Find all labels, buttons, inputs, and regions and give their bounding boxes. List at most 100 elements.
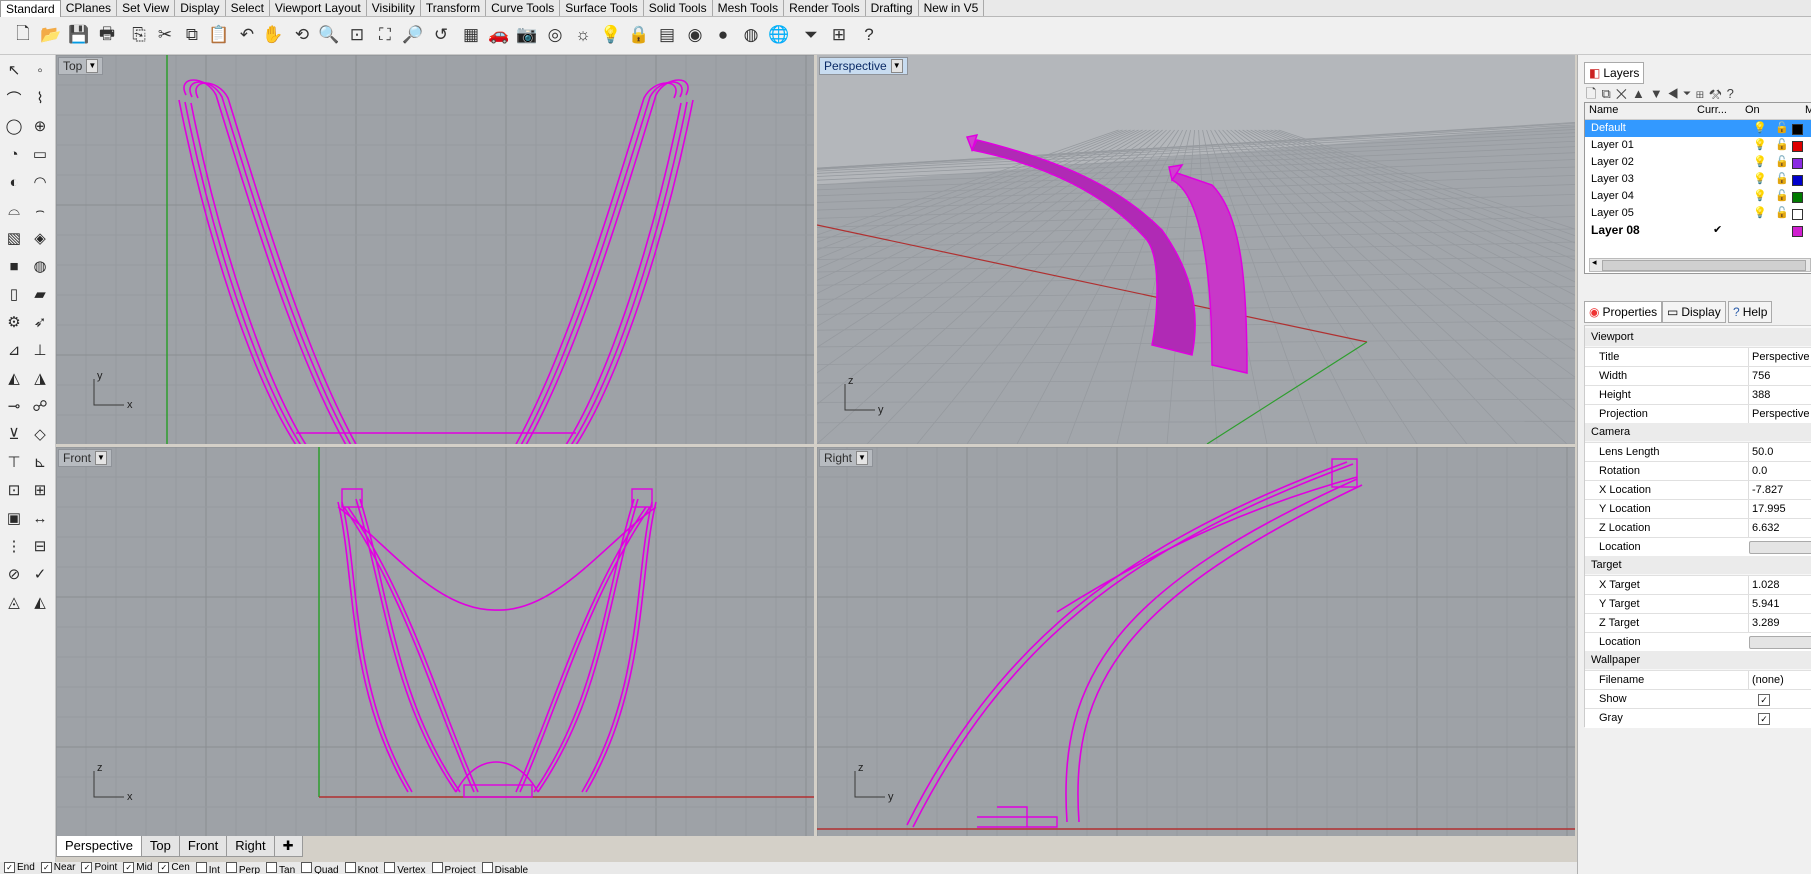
- tool-button-21[interactable]: ⊿: [2, 338, 26, 362]
- camera-icon[interactable]: 📷: [516, 24, 538, 46]
- col-on[interactable]: On: [1745, 104, 1760, 116]
- layer-color-swatch[interactable]: [1792, 141, 1803, 152]
- viewport-perspective[interactable]: zy Perspective ▼: [817, 55, 1575, 444]
- property-value[interactable]: -7.827: [1748, 481, 1811, 500]
- osnap-cen[interactable]: ✓ Cen: [158, 862, 190, 874]
- pan-hand-icon[interactable]: ✋: [262, 24, 284, 46]
- tools-icon[interactable]: ⚒: [1709, 86, 1727, 101]
- sphere-shaded-icon[interactable]: ●: [712, 24, 734, 46]
- undo-icon[interactable]: ↶: [236, 24, 258, 46]
- tool-button-33[interactable]: ▣: [2, 506, 26, 530]
- light-bulb-icon[interactable]: 💡: [1753, 120, 1767, 137]
- osnap-knot[interactable]: Knot: [344, 862, 378, 874]
- tool-button-13[interactable]: ▧: [2, 226, 26, 250]
- lock-icon[interactable]: 🔒: [628, 24, 650, 46]
- light-bulb-icon[interactable]: 💡: [1753, 137, 1767, 154]
- osnap-checkbox[interactable]: [195, 862, 207, 873]
- osnap-checkbox[interactable]: ✓: [123, 862, 135, 873]
- tool-button-20[interactable]: ➶: [28, 310, 52, 334]
- current-layer-check-icon[interactable]: ✔: [1713, 222, 1722, 239]
- property-value[interactable]: 5.941: [1748, 595, 1811, 614]
- tool-button-35[interactable]: ⋮: [2, 534, 26, 558]
- osnap-checkbox[interactable]: ✓: [4, 862, 15, 873]
- viewport-top-label[interactable]: Top ▼: [58, 57, 104, 75]
- import-layers-icon[interactable]: ⊞: [1696, 86, 1709, 101]
- osnap-tan[interactable]: Tan: [266, 862, 295, 874]
- tool-button-7[interactable]: ◔: [2, 142, 26, 166]
- viewport-perspective-canvas[interactable]: zy: [817, 55, 1575, 444]
- globe-icon[interactable]: 🌐: [768, 24, 790, 46]
- new-file-icon[interactable]: 🗋: [12, 24, 34, 46]
- show-checkbox[interactable]: ✓: [1758, 694, 1770, 706]
- toolbar-tab-new-in-v5[interactable]: New in V5: [919, 0, 985, 16]
- light-bulb-icon[interactable]: 💡: [600, 24, 622, 46]
- new-layer-icon[interactable]: 🗋: [1586, 86, 1601, 101]
- sphere-rendered-icon[interactable]: ◍: [740, 24, 762, 46]
- toolbar-tab-cplanes[interactable]: CPlanes: [61, 0, 118, 16]
- lock-icon[interactable]: 🔓: [1775, 137, 1789, 154]
- osnap-int[interactable]: Int: [195, 862, 220, 874]
- copy-icon[interactable]: ⧉: [181, 24, 203, 46]
- viewport-front[interactable]: zx Front ▼: [56, 447, 814, 836]
- tool-button-38[interactable]: ✓: [28, 562, 52, 586]
- property-value[interactable]: 1.028: [1748, 576, 1811, 595]
- paste-icon[interactable]: 📋: [208, 24, 230, 46]
- save-icon[interactable]: 💾: [68, 24, 90, 46]
- zoom-window-icon[interactable]: ⊡: [346, 24, 368, 46]
- property-value[interactable]: 388: [1748, 386, 1811, 405]
- layer-color-swatch[interactable]: [1792, 192, 1803, 203]
- import-icon[interactable]: ⎘: [128, 24, 150, 46]
- delete-layer-icon[interactable]: ✕: [1616, 86, 1632, 101]
- tool-button-5[interactable]: ◯: [2, 114, 26, 138]
- toolbar-tab-solid-tools[interactable]: Solid Tools: [644, 0, 713, 16]
- layer-row[interactable]: Layer 03 💡 🔓: [1585, 171, 1811, 188]
- tool-button-36[interactable]: ⊟: [28, 534, 52, 558]
- osnap-checkbox[interactable]: [481, 862, 493, 873]
- help-icon[interactable]: ?: [858, 24, 880, 46]
- property-value[interactable]: 3.289: [1748, 614, 1811, 633]
- viewport-front-label[interactable]: Front ▼: [58, 449, 113, 467]
- open-folder-icon[interactable]: 📂: [40, 24, 62, 46]
- place-location-button[interactable]: [1749, 636, 1811, 649]
- tool-button-28[interactable]: ◇: [28, 422, 52, 446]
- move-parent-icon[interactable]: ◀: [1668, 86, 1683, 101]
- tab-help[interactable]: ? Help: [1728, 301, 1773, 323]
- property-value[interactable]: 50.0: [1748, 443, 1811, 462]
- move-down-icon[interactable]: ▼: [1650, 86, 1668, 101]
- tool-button-40[interactable]: ◭: [28, 590, 52, 614]
- target-icon[interactable]: ◎: [544, 24, 566, 46]
- toolbar-tab-drafting[interactable]: Drafting: [866, 0, 919, 16]
- viewport-top[interactable]: yx Top ▼: [56, 55, 814, 444]
- rotate-view-icon[interactable]: ⟲: [291, 24, 313, 46]
- tool-button-1[interactable]: ↖: [2, 58, 26, 82]
- osnap-checkbox[interactable]: [301, 862, 313, 873]
- layer-color-swatch[interactable]: [1792, 158, 1803, 169]
- grid-snap-icon[interactable]: ⊞: [828, 24, 850, 46]
- osnap-point[interactable]: ✓ Point: [81, 862, 117, 874]
- tool-button-27[interactable]: ⊻: [2, 422, 26, 446]
- toolbar-tab-viewport-layout[interactable]: Viewport Layout: [270, 0, 367, 16]
- tool-button-10[interactable]: ◠: [28, 170, 52, 194]
- osnap-checkbox[interactable]: ✓: [40, 862, 52, 873]
- tool-button-24[interactable]: ◮: [28, 366, 52, 390]
- tool-button-39[interactable]: ◬: [2, 590, 26, 614]
- viewport-menu-arrow-icon[interactable]: ▼: [86, 59, 99, 73]
- tool-button-6[interactable]: ⊕: [28, 114, 52, 138]
- osnap-vertex[interactable]: Vertex: [384, 862, 426, 874]
- toolbar-tab-surface-tools[interactable]: Surface Tools: [560, 0, 644, 16]
- tool-button-11[interactable]: ⌓: [2, 198, 26, 222]
- tool-button-17[interactable]: ▯: [2, 282, 26, 306]
- light-bulb-icon[interactable]: 💡: [1753, 171, 1767, 188]
- undo-view-icon[interactable]: ↺: [430, 24, 452, 46]
- tool-button-23[interactable]: ◭: [2, 366, 26, 390]
- tool-button-29[interactable]: ⊤: [2, 450, 26, 474]
- layer-row[interactable]: Layer 04 💡 🔓: [1585, 188, 1811, 205]
- tab-layers[interactable]: ◧ Layers: [1584, 62, 1645, 84]
- layer-row[interactable]: Layer 01 💡 🔓: [1585, 137, 1811, 154]
- tool-button-30[interactable]: ⊾: [28, 450, 52, 474]
- property-value[interactable]: 6.632: [1748, 519, 1811, 538]
- property-value[interactable]: 0.0: [1748, 462, 1811, 481]
- zoom-extents-icon[interactable]: ⛶: [374, 24, 396, 46]
- toolbar-tab-transform[interactable]: Transform: [421, 0, 487, 16]
- add-viewport-tab-button[interactable]: ✚: [273, 836, 303, 857]
